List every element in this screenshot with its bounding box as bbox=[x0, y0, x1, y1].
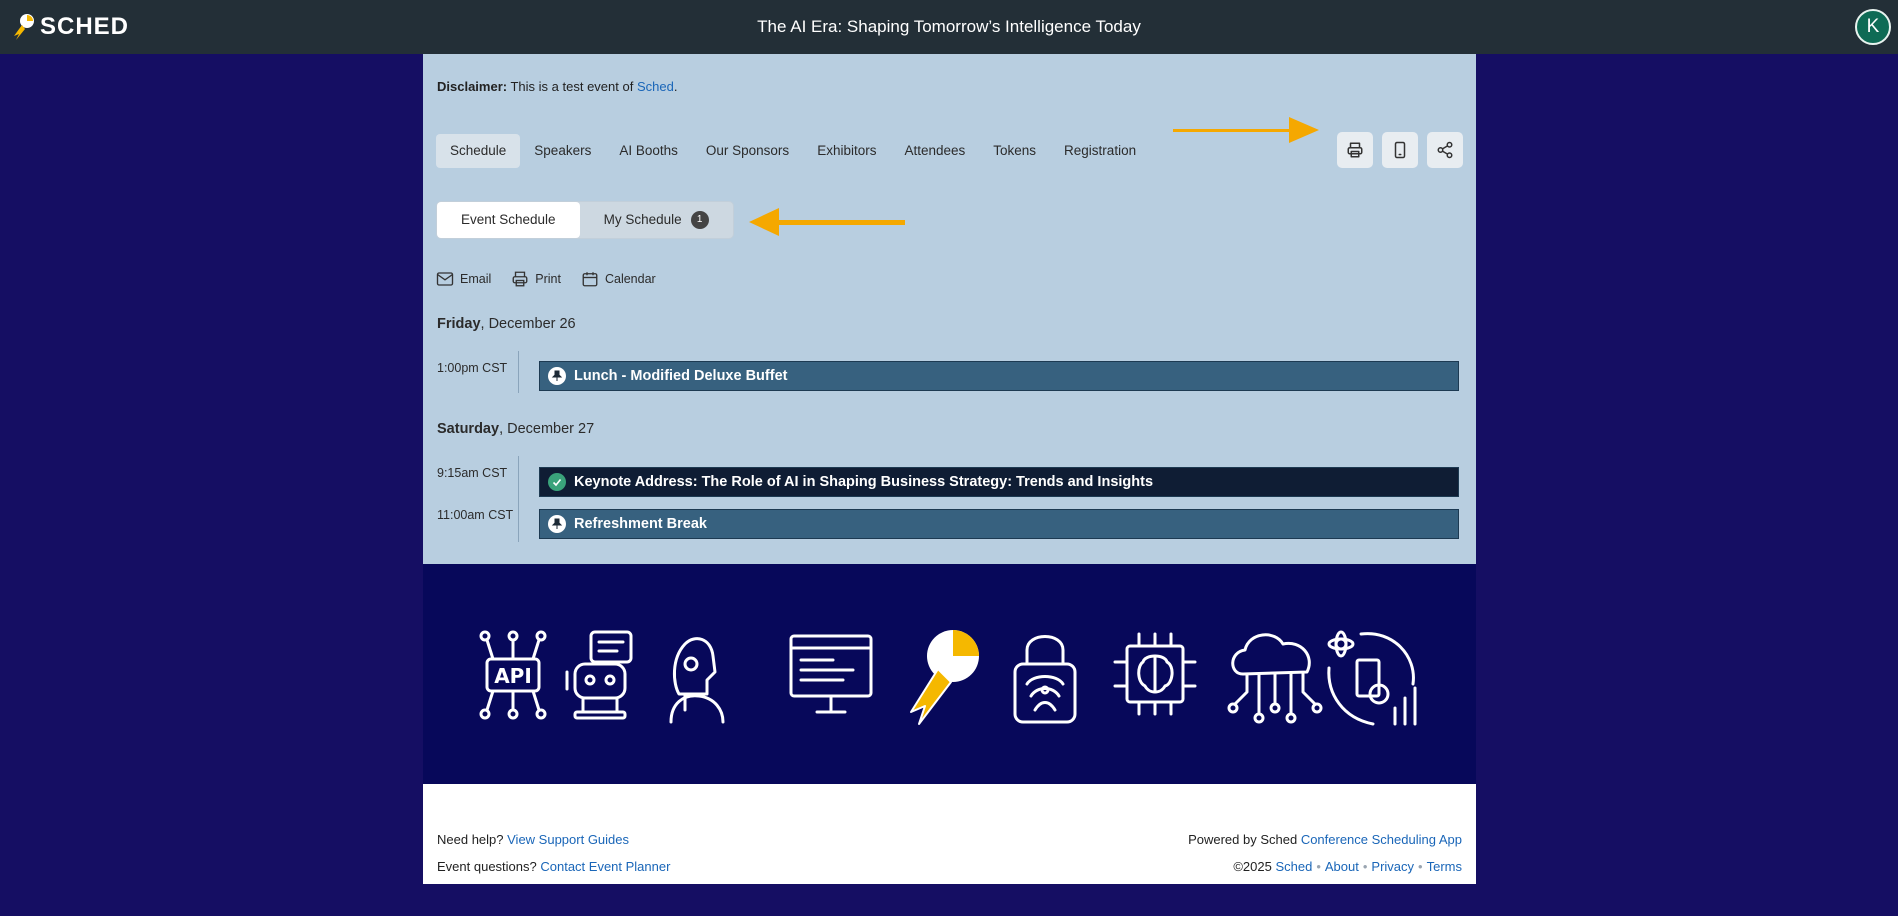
pin-icon bbox=[548, 515, 566, 533]
questions-text: Event questions? bbox=[437, 859, 537, 874]
user-avatar[interactable]: K bbox=[1855, 9, 1891, 45]
calendar-action[interactable]: Calendar bbox=[581, 270, 656, 288]
email-label: Email bbox=[460, 272, 492, 286]
brain-chip-icon bbox=[1113, 632, 1197, 716]
tab-speakers[interactable]: Speakers bbox=[520, 134, 605, 168]
day-heading: Friday, December 26 bbox=[437, 316, 576, 332]
conference-app-link[interactable]: Conference Scheduling App bbox=[1301, 832, 1462, 847]
svg-text:API: API bbox=[494, 664, 532, 688]
about-link[interactable]: About bbox=[1325, 859, 1359, 874]
copyright-text: ©2025 bbox=[1233, 859, 1272, 874]
powered-text: Powered by Sched bbox=[1188, 832, 1298, 847]
data-gear-icon bbox=[1327, 630, 1417, 726]
event-banner: API bbox=[423, 564, 1476, 784]
calendar-label: Calendar bbox=[604, 272, 656, 286]
event-schedule-label: Event Schedule bbox=[461, 212, 556, 227]
api-chip-icon: API bbox=[479, 630, 547, 720]
fingerprint-lock-icon bbox=[1013, 635, 1077, 724]
session-lunch[interactable]: Lunch - Modified Deluxe Buffet bbox=[539, 361, 1459, 391]
day-weekday: Saturday bbox=[437, 421, 500, 437]
my-schedule-button[interactable]: My Schedule 1 bbox=[580, 202, 733, 238]
separator-dot: • bbox=[1316, 859, 1321, 874]
mail-icon bbox=[436, 272, 454, 286]
tab-exhibitors[interactable]: Exhibitors bbox=[803, 134, 890, 168]
schedule-actions: Email Print Calendar bbox=[436, 270, 656, 288]
top-bar: SCHED The AI Era: Shaping Tomorrow’s Int… bbox=[0, 0, 1898, 54]
tab-schedule[interactable]: Schedule bbox=[436, 134, 521, 168]
disclaimer-period: . bbox=[673, 79, 678, 94]
printer-icon bbox=[1347, 142, 1363, 158]
annotation-arrow-left bbox=[749, 208, 905, 236]
separator-dot: • bbox=[1362, 859, 1368, 874]
pin-icon bbox=[548, 367, 566, 385]
disclaimer: Disclaimer: This is a test event of Sche… bbox=[437, 79, 677, 94]
time-divider bbox=[518, 456, 519, 542]
session-time: 1:00pm CST bbox=[437, 361, 508, 375]
session-title: Lunch - Modified Deluxe Buffet bbox=[574, 368, 788, 384]
tab-our-sponsors[interactable]: Our Sponsors bbox=[692, 134, 803, 168]
mobile-app-button[interactable] bbox=[1382, 132, 1418, 168]
share-button[interactable] bbox=[1427, 132, 1463, 168]
day-date: , December 26 bbox=[480, 316, 576, 332]
my-schedule-count-badge: 1 bbox=[690, 211, 709, 229]
session-title: Refreshment Break bbox=[574, 516, 707, 532]
session-title: Keynote Address: The Role of AI in Shapi… bbox=[574, 474, 1154, 490]
contact-planner-link[interactable]: Contact Event Planner bbox=[540, 859, 670, 874]
event-title: The AI Era: Shaping Tomorrow’s Intellige… bbox=[757, 17, 1141, 36]
print-action[interactable]: Print bbox=[511, 270, 561, 288]
session-keynote[interactable]: Keynote Address: The Role of AI in Shapi… bbox=[539, 467, 1459, 497]
time-divider bbox=[518, 351, 519, 393]
cloud-network-icon bbox=[1227, 633, 1323, 724]
tab-attendees[interactable]: Attendees bbox=[890, 134, 979, 168]
day-weekday: Friday bbox=[437, 316, 481, 332]
disclaimer-text: This is a test event of bbox=[510, 79, 634, 94]
my-schedule-label: My Schedule bbox=[603, 212, 682, 227]
footer: Need help? View Support Guides Event que… bbox=[423, 784, 1476, 884]
event-schedule-button[interactable]: Event Schedule bbox=[437, 202, 580, 238]
privacy-link[interactable]: Privacy bbox=[1371, 859, 1414, 874]
tab-ai-booths[interactable]: AI Booths bbox=[605, 134, 692, 168]
footer-help: Need help? View Support Guides Event que… bbox=[437, 826, 670, 880]
tab-registration[interactable]: Registration bbox=[1050, 134, 1150, 168]
disclaimer-label: Disclaimer: bbox=[437, 79, 508, 94]
help-text: Need help? bbox=[437, 832, 504, 847]
mobile-icon bbox=[1394, 141, 1406, 159]
share-icon bbox=[1437, 141, 1453, 159]
session-time: 9:15am CST bbox=[437, 466, 508, 480]
session-time: 11:00am CST bbox=[437, 508, 514, 522]
main-panel: Disclaimer: This is a test event of Sche… bbox=[423, 54, 1476, 564]
separator-dot: • bbox=[1418, 859, 1423, 874]
footer-legal: Powered by Sched Conference Scheduling A… bbox=[1188, 826, 1462, 880]
terms-link[interactable]: Terms bbox=[1427, 859, 1462, 874]
annotation-arrow-right bbox=[1173, 117, 1319, 143]
schedule-view-toggle: Event Schedule My Schedule 1 bbox=[436, 201, 734, 239]
calendar-icon bbox=[582, 272, 598, 287]
email-action[interactable]: Email bbox=[436, 270, 491, 288]
tab-tokens[interactable]: Tokens bbox=[979, 134, 1050, 168]
chatbot-icon bbox=[565, 630, 633, 720]
sched-logo-icon bbox=[910, 630, 979, 725]
printer-icon bbox=[512, 271, 528, 287]
print-button[interactable] bbox=[1337, 132, 1373, 168]
code-monitor-icon bbox=[789, 634, 873, 714]
nav-tabs: Schedule Speakers AI Booths Our Sponsors… bbox=[436, 134, 1150, 168]
day-date: , December 27 bbox=[499, 421, 595, 437]
print-label: Print bbox=[535, 272, 561, 286]
support-guides-link[interactable]: View Support Guides bbox=[507, 832, 629, 847]
sched-footer-link[interactable]: Sched bbox=[1275, 859, 1312, 874]
day-heading: Saturday, December 27 bbox=[437, 421, 594, 437]
disclaimer-sched-link[interactable]: Sched bbox=[637, 79, 674, 94]
check-icon bbox=[548, 473, 566, 491]
robot-head-icon bbox=[669, 637, 725, 724]
session-refreshment[interactable]: Refreshment Break bbox=[539, 509, 1459, 539]
